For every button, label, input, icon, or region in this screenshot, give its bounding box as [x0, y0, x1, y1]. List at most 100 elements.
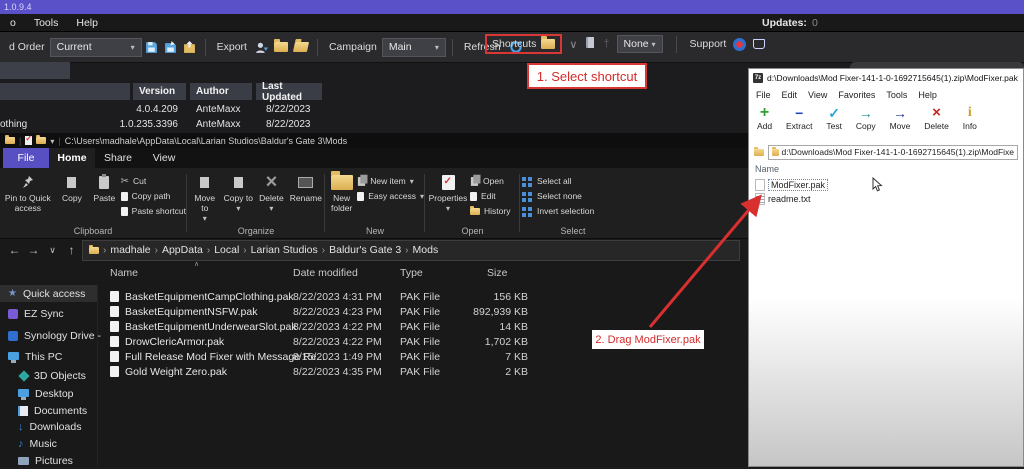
- rename-button[interactable]: Rename: [288, 171, 324, 205]
- sidebar-item-music[interactable]: Music: [0, 435, 97, 452]
- file-row[interactable]: Full Release Mod Fixer with Message Re..…: [110, 349, 740, 364]
- modtable-header-updated[interactable]: Last Updated: [256, 81, 322, 103]
- invert-selection-button[interactable]: Invert selection: [521, 205, 594, 217]
- campaign-select[interactable]: Main: [381, 37, 446, 57]
- move-button[interactable]: → Move: [890, 105, 911, 131]
- copy-button[interactable]: → Copy: [856, 105, 876, 131]
- edit-button[interactable]: Edit: [470, 190, 510, 202]
- crumb-madhale[interactable]: madhale: [110, 244, 150, 256]
- ribbon-group-select: Select all Select none Invert selection …: [521, 168, 625, 238]
- chevron-down-icon[interactable]: [50, 136, 54, 146]
- pin-to-quick-access-button[interactable]: Pin to Quick access: [0, 171, 56, 215]
- menu-item-tools[interactable]: Tools: [886, 90, 907, 100]
- properties-button[interactable]: Properties: [426, 171, 470, 215]
- test-button[interactable]: ✓ Test: [826, 105, 842, 131]
- modlist-filter-input[interactable]: [0, 62, 70, 79]
- modtable-header-author[interactable]: Author: [190, 83, 252, 100]
- add-button[interactable]: + Add: [757, 105, 772, 132]
- crumb-local[interactable]: Local: [214, 244, 239, 256]
- sidebar-item-synology-drive[interactable]: Synology Drive -: [0, 327, 101, 344]
- up-folder-button[interactable]: [754, 146, 764, 156]
- up-button[interactable]: ↑: [63, 243, 80, 257]
- column-date-modified[interactable]: Date modified: [293, 267, 358, 279]
- select-none-button[interactable]: Select none: [521, 190, 594, 202]
- sidebar-item-desktop[interactable]: Desktop: [0, 385, 97, 402]
- book-icon[interactable]: [584, 36, 596, 52]
- profile-select[interactable]: None: [616, 35, 663, 53]
- menu-item-help[interactable]: Help: [76, 17, 98, 29]
- load-order-select[interactable]: Current: [49, 37, 142, 57]
- breadcrumb[interactable]: › madhale › AppData › Local › Larian Stu…: [82, 239, 740, 261]
- sevenzip-titlebar[interactable]: 7z d:\Downloads\Mod Fixer-141-1-0-169271…: [749, 69, 1023, 86]
- crumb-larian[interactable]: Larian Studios: [251, 244, 318, 256]
- info-button[interactable]: i Info: [963, 105, 977, 131]
- sidebar-item-ez-sync[interactable]: EZ Sync: [0, 305, 97, 322]
- recent-locations-button[interactable]: ∨: [44, 245, 61, 256]
- history-button[interactable]: History: [470, 205, 510, 217]
- sevenzip-address-field[interactable]: d:\Downloads\Mod Fixer-141-1-0-169271564…: [768, 144, 1018, 160]
- column-name[interactable]: Name: [110, 267, 138, 279]
- save-as-icon[interactable]: [164, 40, 177, 54]
- copy-button[interactable]: Copy: [56, 171, 89, 205]
- paste-button[interactable]: Paste: [88, 171, 121, 205]
- crumb-appdata[interactable]: AppData: [162, 244, 203, 256]
- menu-item-edit[interactable]: Edit: [782, 90, 798, 100]
- file-row[interactable]: BasketEquipmentCampClothing.pak 8/22/202…: [110, 289, 740, 304]
- file-row[interactable]: BasketEquipmentNSFW.pak 8/22/2023 4:23 P…: [110, 304, 740, 319]
- column-type[interactable]: Type: [400, 267, 423, 279]
- archive-file-row-readme[interactable]: readme.txt: [755, 192, 1023, 206]
- dagger-icon[interactable]: †: [603, 38, 609, 50]
- modtable-header-version[interactable]: Version: [133, 83, 186, 100]
- tab-file[interactable]: File: [3, 148, 49, 168]
- copy-path-button[interactable]: Copy path: [120, 190, 186, 202]
- sidebar-item-documents[interactable]: Documents: [0, 402, 97, 419]
- cut-button[interactable]: Cut: [121, 175, 186, 187]
- file-row[interactable]: Gold Weight Zero.pak 8/22/2023 4:35 PM P…: [110, 364, 740, 379]
- new-item-button[interactable]: New item: [357, 174, 424, 187]
- paste-shortcut-button[interactable]: Paste shortcut: [120, 205, 186, 217]
- crumb-mods[interactable]: Mods: [413, 244, 439, 256]
- menu-item-help[interactable]: Help: [918, 90, 937, 100]
- sidebar-item-pictures[interactable]: Pictures: [0, 452, 97, 469]
- export-order-icon[interactable]: [183, 40, 196, 54]
- copy-to-button[interactable]: Copy to: [222, 171, 256, 215]
- tab-home[interactable]: Home: [49, 148, 95, 168]
- sidebar-item-this-pc[interactable]: This PC: [0, 348, 97, 365]
- tab-view[interactable]: View: [141, 148, 187, 168]
- forward-button[interactable]: →: [25, 243, 42, 257]
- menu-item-file[interactable]: File: [756, 90, 771, 100]
- chevron-icon[interactable]: ∨: [569, 38, 577, 51]
- modtable-header-name[interactable]: [0, 83, 130, 100]
- new-folder-qat-icon[interactable]: [36, 135, 47, 144]
- back-button[interactable]: ←: [6, 243, 23, 257]
- extract-button[interactable]: − Extract: [786, 105, 812, 131]
- tab-share[interactable]: Share: [95, 148, 141, 168]
- support-icon[interactable]: [733, 37, 747, 51]
- sidebar-item-3d-objects[interactable]: 3D Objects: [0, 367, 97, 384]
- delete-button[interactable]: Delete: [255, 171, 288, 215]
- export-folder-icon[interactable]: [273, 39, 288, 52]
- menu-item-favorites[interactable]: Favorites: [838, 90, 875, 100]
- new-folder-button[interactable]: New folder: [326, 170, 357, 215]
- archive-file-row-modfixer[interactable]: ModFixer.pak: [755, 178, 1023, 192]
- explorer-titlebar[interactable]: | ✓ | C:\Users\madhale\AppData\Local\Lar…: [0, 133, 748, 148]
- easy-access-button[interactable]: Easy access: [357, 190, 424, 202]
- properties-qat-icon[interactable]: ✓: [25, 134, 33, 145]
- column-name[interactable]: Name: [755, 164, 1023, 174]
- delete-button[interactable]: × Delete: [924, 105, 949, 132]
- move-to-button[interactable]: Move to: [188, 171, 222, 224]
- menu-item-view[interactable]: View: [808, 90, 827, 100]
- open-button[interactable]: Open: [470, 174, 510, 187]
- kofi-icon[interactable]: [753, 39, 766, 49]
- export-open-folder-icon[interactable]: [292, 42, 310, 52]
- export-user-icon[interactable]: [255, 41, 268, 54]
- select-all-button[interactable]: Select all: [521, 175, 594, 187]
- crumb-bg3[interactable]: Baldur's Gate 3: [329, 244, 401, 256]
- menu-item-partial[interactable]: o: [10, 17, 16, 29]
- shortcuts-button[interactable]: Shortcuts: [492, 38, 536, 50]
- column-size[interactable]: Size: [487, 267, 507, 279]
- sidebar-item-quick-access[interactable]: ★ Quick access: [0, 285, 97, 302]
- menu-item-tools[interactable]: Tools: [34, 17, 59, 29]
- save-icon[interactable]: [145, 41, 158, 54]
- sidebar-item-downloads[interactable]: Downloads: [0, 418, 97, 435]
